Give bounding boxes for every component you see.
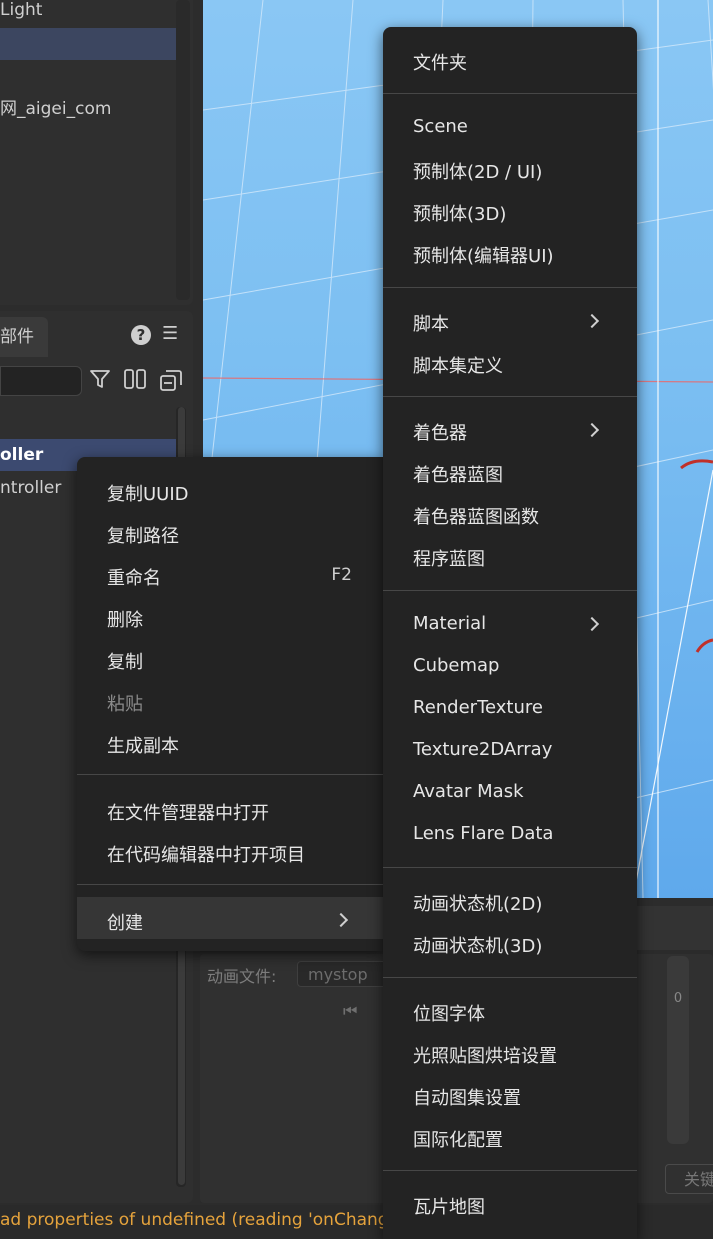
- help-icon[interactable]: ?: [131, 325, 151, 345]
- chevron-right-icon: [584, 313, 600, 329]
- menu-item-copy[interactable]: 复制: [107, 648, 143, 674]
- menu-separator: [383, 93, 637, 94]
- menu-separator: [383, 590, 637, 591]
- rewind-icon[interactable]: ⏮: [343, 1001, 357, 1021]
- menu-item-lightmap-bake-settings[interactable]: 光照贴图烘培设置: [413, 1042, 557, 1068]
- menu-item-i18n-config[interactable]: 国际化配置: [413, 1126, 503, 1152]
- menu-separator: [77, 884, 383, 885]
- rename-shortcut: F2: [331, 565, 352, 585]
- menu-item-cubemap[interactable]: Cubemap: [413, 655, 499, 676]
- menu-separator: [383, 1170, 637, 1171]
- menu-item-avatar-mask[interactable]: Avatar Mask: [413, 781, 524, 802]
- hierarchy-scrollbar[interactable]: [176, 0, 190, 300]
- menu-item-folder[interactable]: 文件夹: [413, 49, 467, 75]
- timeline-slider-value: 0: [673, 991, 683, 1006]
- assets-tab[interactable]: 部件: [0, 317, 48, 357]
- menu-separator: [383, 867, 637, 868]
- asset-context-menu: 复制UUID 复制路径 重命名 F2 删除 复制 粘贴 生成副本 在文件管理器中…: [77, 457, 383, 951]
- menu-item-animation-graph-3d[interactable]: 动画状态机(3D): [413, 932, 542, 958]
- menu-item-open-in-code-editor[interactable]: 在代码编辑器中打开项目: [107, 841, 305, 867]
- menu-item-shader-graph-function[interactable]: 着色器蓝图函数: [413, 503, 539, 529]
- menu-item-bitmap-font[interactable]: 位图字体: [413, 1000, 485, 1026]
- menu-item-procedural-graph[interactable]: 程序蓝图: [413, 545, 485, 571]
- split-view-icon[interactable]: [123, 368, 147, 390]
- menu-item-animation-graph-2d[interactable]: 动画状态机(2D): [413, 890, 542, 916]
- menu-item-prefab-editor-ui[interactable]: 预制体(编辑器UI): [413, 242, 554, 268]
- menu-item-copy-uuid[interactable]: 复制UUID: [107, 480, 189, 506]
- menu-separator: [383, 396, 637, 397]
- animation-file-label: 动画文件:: [207, 967, 277, 986]
- menu-item-scene[interactable]: Scene: [413, 116, 468, 137]
- assets-tab-label: 部件: [0, 327, 34, 347]
- hierarchy-row[interactable]: [0, 60, 176, 92]
- menu-item-texture-2d-array[interactable]: Texture2DArray: [413, 739, 552, 760]
- hierarchy-row-selected[interactable]: [0, 28, 176, 60]
- menu-item-paste: 粘贴: [107, 694, 143, 715]
- assets-search-input[interactable]: [0, 366, 82, 396]
- menu-item-script-set-definition[interactable]: 脚本集定义: [413, 352, 503, 378]
- timeline-slider[interactable]: [667, 956, 689, 1144]
- filter-icon[interactable]: [89, 368, 111, 390]
- create-submenu: 文件夹 Scene 预制体(2D / UI) 预制体(3D) 预制体(编辑器UI…: [383, 27, 637, 1239]
- menu-item-shader-graph[interactable]: 着色器蓝图: [413, 461, 503, 487]
- hierarchy-row[interactable]: 网_aigei_com: [0, 93, 176, 125]
- menu-item-create[interactable]: 创建: [107, 909, 143, 935]
- menu-item-render-texture[interactable]: RenderTexture: [413, 697, 543, 718]
- menu-item-material[interactable]: Material: [413, 613, 486, 634]
- keyframe-button[interactable]: 关键: [665, 1164, 713, 1194]
- menu-item-script[interactable]: 脚本: [413, 310, 449, 336]
- hierarchy-row[interactable]: Light: [0, 0, 176, 26]
- menu-item-open-in-file-manager[interactable]: 在文件管理器中打开: [107, 799, 269, 825]
- menu-item-tiled-map[interactable]: 瓦片地图: [413, 1193, 485, 1219]
- menu-item-copy-path[interactable]: 复制路径: [107, 522, 179, 548]
- menu-item-rename[interactable]: 重命名: [107, 564, 161, 590]
- menu-item-auto-atlas-settings[interactable]: 自动图集设置: [413, 1084, 521, 1110]
- status-error-text: ad properties of undefined (reading 'onC…: [0, 1210, 410, 1230]
- menu-item-duplicate[interactable]: 生成副本: [107, 732, 179, 758]
- panel-menu-icon[interactable]: ☰: [162, 323, 178, 344]
- chevron-right-icon: [584, 616, 600, 632]
- menu-item-shader[interactable]: 着色器: [413, 419, 467, 445]
- menu-item-prefab-2d-ui[interactable]: 预制体(2D / UI): [413, 158, 542, 184]
- chevron-right-icon: [584, 422, 600, 438]
- menu-separator: [383, 287, 637, 288]
- collapse-all-icon[interactable]: [159, 368, 183, 392]
- hierarchy-panel: Light 网_aigei_com: [0, 0, 193, 305]
- asset-row-label: ntroller: [0, 478, 62, 498]
- hierarchy-row-label: 网_aigei_com: [0, 99, 112, 119]
- menu-separator: [383, 977, 637, 978]
- menu-item-prefab-3d[interactable]: 预制体(3D): [413, 200, 506, 226]
- asset-row-label: oller: [0, 445, 44, 465]
- menu-item-lens-flare-data[interactable]: Lens Flare Data: [413, 823, 553, 844]
- hierarchy-row-label: Light: [0, 0, 43, 20]
- menu-item-delete[interactable]: 删除: [107, 606, 143, 632]
- menu-separator: [77, 774, 383, 775]
